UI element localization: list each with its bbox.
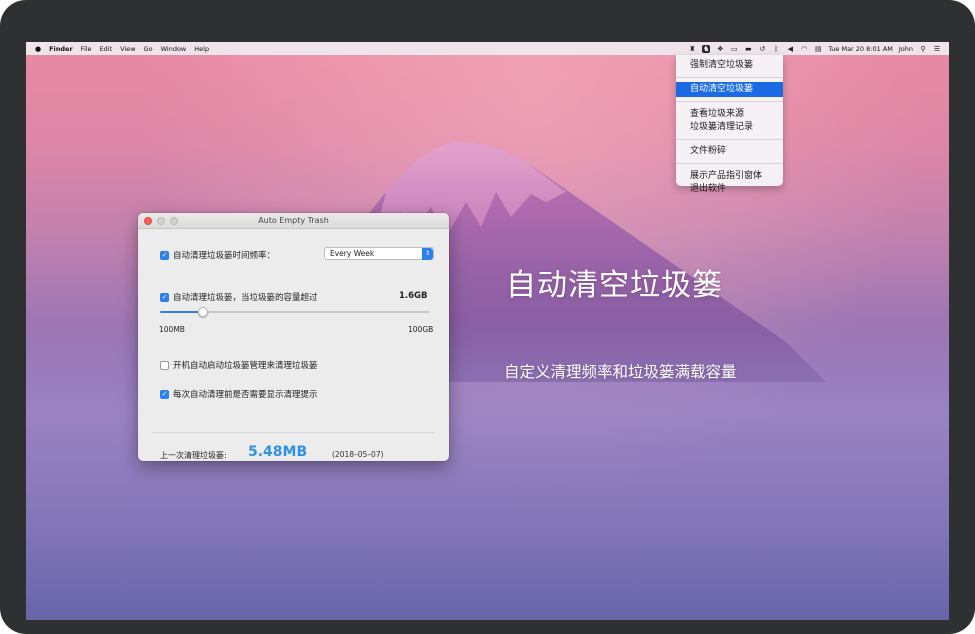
menu-bar: ● Finder File Edit View Go Window Help ♜…: [26, 42, 949, 55]
capacity-slider-fill: [160, 311, 204, 313]
close-window-button[interactable]: [144, 217, 152, 225]
menu-separator: [676, 101, 783, 102]
menu-item-force-empty[interactable]: 强制清空垃圾篓: [676, 58, 783, 73]
window-title: Auto Empty Trash: [258, 216, 329, 225]
menu-app-name[interactable]: Finder: [49, 45, 73, 53]
bluetooth-icon[interactable]: ᛒ: [772, 45, 780, 53]
last-clean-size: 5.48MB: [248, 444, 308, 460]
time-machine-icon[interactable]: ↺: [758, 45, 766, 53]
capacity-label: 自动清理垃圾篓，当垃圾篓的容量超过: [173, 293, 318, 303]
menu-item-auto-empty[interactable]: 自动清空垃圾篓: [676, 82, 783, 97]
launch-at-login-label: 开机自动启动垃圾篓管理来清理垃圾篓: [173, 361, 318, 371]
menu-item-file-shredder[interactable]: 文件粉碎: [676, 144, 783, 159]
capacity-value: 1.6GB: [399, 291, 428, 301]
capacity-slider[interactable]: [160, 307, 430, 317]
menu-item-quit[interactable]: 退出软件: [690, 183, 769, 196]
minimize-window-button[interactable]: [157, 217, 165, 225]
battery-icon[interactable]: ▬: [744, 45, 752, 53]
app-status-icon[interactable]: ♞: [702, 44, 711, 53]
menu-item-clean-history[interactable]: 垃圾篓清理记录: [690, 121, 769, 134]
menu-view[interactable]: View: [120, 45, 135, 53]
menu-edit[interactable]: Edit: [100, 45, 113, 53]
menu-item-product-guide[interactable]: 展示产品指引窗体: [690, 170, 769, 183]
slider-max-label: 100GB: [408, 325, 434, 334]
menubar-user[interactable]: John: [899, 45, 913, 53]
menu-file[interactable]: File: [81, 45, 92, 53]
zoom-window-button[interactable]: [170, 217, 178, 225]
apple-menu-icon[interactable]: ●: [35, 45, 41, 53]
spotlight-search-icon[interactable]: ⚲: [919, 45, 927, 53]
frequency-select-value: Every Week: [330, 249, 375, 258]
menu-separator: [676, 77, 783, 78]
slider-min-label: 100MB: [159, 325, 185, 334]
capacity-slider-knob[interactable]: [198, 307, 209, 317]
last-clean-label: 上一次清理垃圾篓:: [160, 451, 227, 460]
notification-center-icon[interactable]: ☰: [933, 45, 941, 53]
menu-window[interactable]: Window: [161, 45, 187, 53]
show-prompt-checkbox[interactable]: ✓: [160, 389, 169, 399]
menu-separator: [676, 139, 783, 140]
flag-icon[interactable]: ▤: [814, 45, 822, 53]
show-prompt-label: 每次自动清理前是否需要显示清理提示: [173, 390, 318, 400]
hero-title: 自动清空垃圾篓: [506, 268, 723, 303]
airplay-icon[interactable]: ▭: [730, 45, 738, 53]
select-arrows-icon: ⇕: [422, 248, 433, 260]
frequency-checkbox[interactable]: ✓: [160, 250, 169, 260]
hero-subtitle: 自定义清理频率和垃圾篓满载容量: [504, 363, 737, 381]
auto-empty-trash-window: Auto Empty Trash ✓ 自动清理垃圾篓时间频率： Every We…: [138, 213, 449, 461]
menu-separator: [676, 163, 783, 164]
desktop: ● Finder File Edit View Go Window Help ♜…: [26, 42, 949, 620]
menu-go[interactable]: Go: [144, 45, 153, 53]
status-menu-dropdown: 强制清空垃圾篓 自动清空垃圾篓 查看垃圾来源 垃圾篓清理记录 文件粉碎 展示产品…: [676, 55, 783, 194]
capacity-checkbox[interactable]: ✓: [160, 292, 169, 302]
trash-status-icon[interactable]: ♜: [688, 45, 696, 53]
frequency-select[interactable]: Every Week ⇕: [324, 247, 434, 260]
section-divider: [152, 432, 435, 433]
wifi-icon[interactable]: ◠: [800, 45, 808, 53]
volume-icon[interactable]: ◀: [786, 45, 794, 53]
window-titlebar[interactable]: Auto Empty Trash: [138, 213, 449, 229]
display-bezel: ● Finder File Edit View Go Window Help ♜…: [0, 0, 975, 634]
last-clean-date: (2018–05–07): [332, 450, 384, 459]
menubar-clock[interactable]: Tue Mar 20 8:01 AM: [828, 45, 893, 53]
menu-item-trash-source[interactable]: 查看垃圾来源: [690, 108, 769, 121]
frequency-label: 自动清理垃圾篓时间频率：: [173, 251, 276, 261]
dropbox-icon[interactable]: ❖: [716, 45, 724, 53]
menu-help[interactable]: Help: [194, 45, 209, 53]
launch-at-login-checkbox[interactable]: [160, 360, 169, 370]
